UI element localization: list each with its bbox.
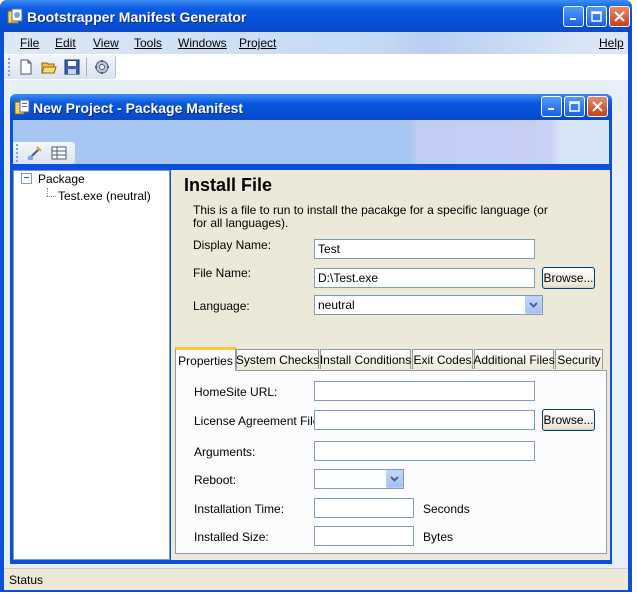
toolbar-strip <box>4 55 116 79</box>
installation-time-label: Installation Time: <box>194 502 285 516</box>
maximize-icon <box>591 11 602 22</box>
tab-exit-codes[interactable]: Exit Codes <box>412 349 473 369</box>
package-tree: − Package Test.exe (neutral) <box>13 170 170 560</box>
properties-button[interactable] <box>49 143 69 163</box>
child-toolbar <box>13 142 75 164</box>
install-file-heading: Install File <box>184 175 273 195</box>
child-title-bar[interactable]: New Project - Package Manifest <box>10 94 612 120</box>
tab-system-checks[interactable]: System Checks <box>236 349 319 369</box>
tree-node-package[interactable]: Package <box>38 172 85 186</box>
save-icon <box>64 59 80 75</box>
tree-expander[interactable]: − <box>21 173 32 184</box>
installed-size-unit: Bytes <box>423 530 454 544</box>
chevron-down-icon <box>390 476 399 482</box>
license-file-field[interactable] <box>314 410 535 430</box>
file-name-label: File Name: <box>193 266 252 280</box>
status-bar: Status <box>4 568 628 590</box>
menu-project[interactable]: Project <box>239 36 276 50</box>
menu-bar: File Edit View Tools Windows Project Hel… <box>4 32 628 54</box>
browse-license-button[interactable]: Browse... <box>542 409 595 431</box>
tab-properties[interactable]: Properties <box>175 347 236 371</box>
child-toolbar-band <box>13 120 609 164</box>
menu-tools[interactable]: Tools <box>134 36 162 50</box>
menu-view[interactable]: View <box>93 36 119 50</box>
open-button[interactable] <box>39 57 59 77</box>
child-maximize-button[interactable] <box>564 96 585 117</box>
browse-file-button[interactable]: Browse... <box>542 267 595 289</box>
language-select[interactable]: neutral <box>314 295 543 315</box>
toolbar-grip[interactable] <box>16 144 19 162</box>
installed-size-field[interactable] <box>314 526 414 546</box>
build-button[interactable] <box>92 57 112 77</box>
display-name-label: Display Name: <box>193 238 272 252</box>
wizard-button[interactable] <box>25 143 45 163</box>
close-button[interactable] <box>609 6 630 27</box>
installation-time-field[interactable] <box>314 498 414 518</box>
file-name-field[interactable]: D:\Test.exe <box>314 268 535 288</box>
tab-additional-files[interactable]: Additional Files <box>473 349 555 369</box>
chevron-down-icon <box>529 302 538 308</box>
reboot-label: Reboot: <box>194 473 237 487</box>
title-bar[interactable]: Bootstrapper Manifest Generator <box>0 0 632 32</box>
close-icon <box>592 101 603 112</box>
tree-node-test-exe[interactable]: Test.exe (neutral) <box>58 189 151 203</box>
open-folder-icon <box>41 62 57 74</box>
license-file-label: License Agreement File: <box>194 414 323 428</box>
maximize-icon <box>569 101 580 112</box>
language-label: Language: <box>193 299 250 313</box>
child-minimize-button[interactable] <box>541 96 562 117</box>
install-file-description: This is a file to run to install the pac… <box>193 203 548 230</box>
homesite-url-field[interactable] <box>314 381 535 401</box>
homesite-url-label: HomeSite URL: <box>194 385 278 399</box>
new-document-icon <box>20 59 32 75</box>
new-button[interactable] <box>16 57 36 77</box>
toolbar-grip[interactable] <box>8 58 11 76</box>
menu-edit[interactable]: Edit <box>55 36 76 50</box>
arguments-label: Arguments: <box>194 445 256 459</box>
installed-size-label: Installed Size: <box>194 530 269 544</box>
maximize-button[interactable] <box>586 6 607 27</box>
save-button[interactable] <box>62 57 82 77</box>
build-icon <box>95 60 109 74</box>
window-title: Bootstrapper Manifest Generator <box>27 9 247 25</box>
edit-wizard-icon <box>28 146 42 160</box>
language-dropdown-button[interactable] <box>525 296 542 314</box>
child-window-title: New Project - Package Manifest <box>33 100 244 116</box>
app-icon <box>7 8 24 25</box>
minimize-icon <box>548 108 554 110</box>
tab-install-conditions[interactable]: Install Conditions <box>320 349 411 369</box>
toolbar-separator <box>86 58 87 76</box>
language-value: neutral <box>318 298 355 312</box>
menu-help[interactable]: Help <box>599 36 624 50</box>
tab-security[interactable]: Security <box>555 349 603 369</box>
menu-file[interactable]: File <box>20 36 39 50</box>
minimize-button[interactable] <box>563 6 584 27</box>
tree-connector <box>47 196 56 197</box>
installation-time-unit: Seconds <box>423 502 470 516</box>
display-name-field[interactable]: Test <box>314 239 535 259</box>
menu-windows[interactable]: Windows <box>178 36 227 50</box>
minimize-icon <box>570 18 576 20</box>
status-text: Status <box>9 573 44 587</box>
arguments-field[interactable] <box>314 441 535 461</box>
close-icon <box>614 11 625 22</box>
reboot-dropdown-button[interactable] <box>386 470 403 488</box>
child-close-button[interactable] <box>587 96 608 117</box>
child-window-icon <box>14 99 31 116</box>
properties-grid-icon <box>51 146 67 160</box>
main-toolbar <box>4 54 628 80</box>
tree-connector <box>47 188 48 196</box>
